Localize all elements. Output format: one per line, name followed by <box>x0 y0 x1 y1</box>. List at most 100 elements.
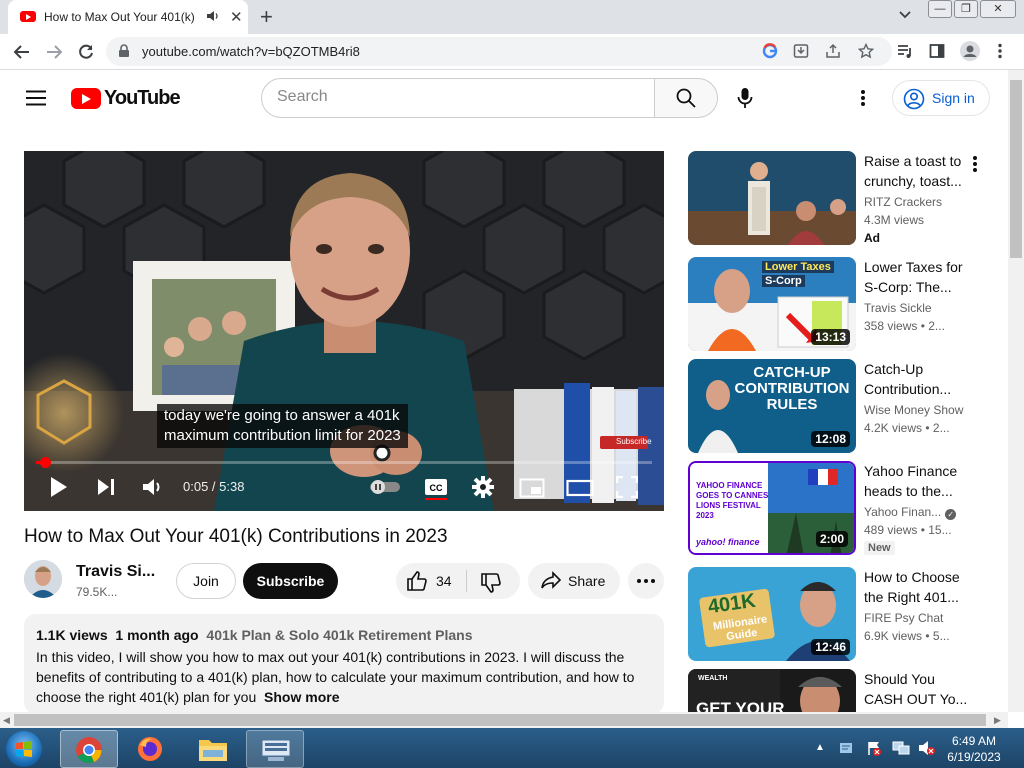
recommendation-menu-icon[interactable] <box>972 155 978 173</box>
recommendation-views: 489 views • 15... <box>864 523 952 537</box>
search-icon <box>676 88 696 108</box>
show-hidden-icons-icon[interactable]: ▲ <box>815 742 825 753</box>
recommendation-channel[interactable]: Travis Sickle <box>864 301 932 315</box>
channel-name[interactable]: Travis Si... <box>76 563 155 581</box>
taskbar-keyboard-app[interactable] <box>246 730 304 768</box>
taskbar-chrome[interactable] <box>60 730 118 768</box>
recommendation-item[interactable]: WEALTH GET YOUR Should You CASH OUT Yo..… <box>688 669 1008 712</box>
miniplayer-icon[interactable] <box>519 478 545 498</box>
tab-search-chevron-icon[interactable] <box>898 10 912 20</box>
recommendation-channel[interactable]: Wise Money Show <box>864 403 963 417</box>
search-input[interactable] <box>277 88 637 106</box>
taskbar-clock[interactable]: 6:49 AM 6/19/2023 <box>946 733 1002 765</box>
recommendation-thumbnail[interactable]: CATCH-UP CONTRIBUTION RULES 12:08 <box>688 359 856 453</box>
voice-search-mic-icon[interactable] <box>735 87 755 109</box>
closed-captions-icon[interactable]: CC <box>424 478 448 500</box>
url-text[interactable]: youtube.com/watch?v=bQZOTMB4ri8 <box>142 44 360 59</box>
next-video-icon[interactable] <box>96 476 116 498</box>
recommendation-title[interactable]: How to Choose the Right 401... <box>864 567 968 607</box>
recommendation-title[interactable]: Yahoo Finance heads to the... <box>864 461 968 501</box>
theater-mode-icon[interactable] <box>566 478 594 498</box>
recommendation-channel[interactable]: Yahoo Finan... ✓ <box>864 505 957 520</box>
recommendation-item[interactable]: Raise a toast to crunchy, toast... RITZ … <box>688 151 1008 247</box>
dislike-icon[interactable] <box>480 572 502 594</box>
browser-menu-icon[interactable] <box>997 43 1003 59</box>
network-icon[interactable] <box>892 740 910 756</box>
svg-text:CC: CC <box>430 483 443 493</box>
description-tags[interactable]: 401k Plan & Solo 401k Retirement Plans <box>206 627 472 643</box>
youtube-logo-icon[interactable] <box>71 88 101 109</box>
scroll-left-arrow-icon[interactable]: ◀ <box>3 715 10 726</box>
sign-in-label[interactable]: Sign in <box>932 90 975 106</box>
bookmark-star-icon[interactable] <box>858 43 874 59</box>
recommendation-thumbnail[interactable]: YAHOO FINANCE GOES TO CANNES LIONS FESTI… <box>688 461 856 555</box>
subscribe-button[interactable]: Subscribe <box>243 563 338 599</box>
caption-line: today we're going to answer a 401k <box>164 407 400 424</box>
back-icon[interactable] <box>12 43 32 61</box>
progress-bar[interactable] <box>36 461 652 464</box>
like-count[interactable]: 34 <box>436 573 452 589</box>
close-window-button[interactable]: ✕ <box>980 0 1016 18</box>
like-icon[interactable] <box>406 570 428 592</box>
volume-muted-icon[interactable] <box>918 740 936 756</box>
channel-avatar[interactable] <box>24 560 62 598</box>
account-icon <box>903 88 925 110</box>
recommendation-thumbnail[interactable]: WEALTH GET YOUR <box>688 669 856 712</box>
start-button[interactable] <box>6 731 42 767</box>
new-tab-icon[interactable]: + <box>260 4 273 30</box>
profile-icon[interactable] <box>960 41 980 61</box>
settings-gear-icon[interactable] <box>472 476 494 498</box>
join-button[interactable]: Join <box>176 563 236 599</box>
recommendation-item[interactable]: CATCH-UP CONTRIBUTION RULES 12:08 Catch-… <box>688 359 1008 455</box>
recommendation-channel[interactable]: RITZ Crackers <box>864 195 942 209</box>
share-page-icon[interactable] <box>825 43 841 59</box>
recommendation-item[interactable]: Lower Taxes S-Corp 13:13 Lower Taxes for… <box>688 257 1008 353</box>
scroll-right-arrow-icon[interactable]: ▶ <box>994 715 1001 726</box>
horizontal-scrollbar-thumb[interactable] <box>14 714 986 726</box>
recommendation-thumbnail[interactable] <box>688 151 856 245</box>
vertical-scrollbar-thumb[interactable] <box>1010 80 1022 258</box>
recommendation-channel[interactable]: FIRE Psy Chat <box>864 611 943 625</box>
volume-icon[interactable] <box>142 476 166 498</box>
recommendation-title[interactable]: Raise a toast to crunchy, toast... <box>864 151 968 191</box>
video-player[interactable] <box>24 151 664 511</box>
media-queue-icon[interactable] <box>897 43 913 59</box>
more-actions-button[interactable] <box>628 563 664 599</box>
show-more-link[interactable]: Show more <box>264 689 339 705</box>
recommendation-title[interactable]: Lower Taxes for S-Corp: The... <box>864 257 968 297</box>
thumbnail-text: GET YOUR <box>696 699 785 712</box>
recommendation-item[interactable]: 401K Millionaire Guide 12:46 How to Choo… <box>688 567 1008 663</box>
recommendation-channel-name[interactable]: Yahoo Finan... <box>864 505 941 519</box>
action-center-icon[interactable] <box>838 740 854 756</box>
recommendation-thumbnail[interactable]: 401K Millionaire Guide 12:46 <box>688 567 856 661</box>
settings-more-icon[interactable] <box>860 89 866 107</box>
overlay-subscribe-badge[interactable]: Subscribe <box>600 436 652 449</box>
hamburger-menu-icon[interactable] <box>26 90 46 106</box>
taskbar-file-explorer[interactable] <box>184 730 242 768</box>
autoplay-toggle[interactable] <box>368 479 402 495</box>
recommendation-title[interactable]: Should You CASH OUT Yo... <box>864 669 968 709</box>
close-tab-icon[interactable]: ✕ <box>230 8 243 26</box>
share-label[interactable]: Share <box>568 573 605 589</box>
google-icon[interactable] <box>762 43 778 59</box>
recommendation-item[interactable]: YAHOO FINANCE GOES TO CANNES LIONS FESTI… <box>688 461 1008 557</box>
lock-icon[interactable] <box>118 44 130 58</box>
browser-tab[interactable]: How to Max Out Your 401(k) ✕ <box>8 0 248 34</box>
restore-window-button[interactable]: ❐ <box>954 0 978 18</box>
play-icon[interactable] <box>50 476 68 498</box>
like-divider <box>466 570 467 592</box>
search-button[interactable] <box>654 78 718 118</box>
recommendation-thumbnail[interactable]: Lower Taxes S-Corp 13:13 <box>688 257 856 351</box>
speaker-icon[interactable] <box>206 9 220 23</box>
time-display: 0:05 / 5:38 <box>183 479 245 494</box>
tray-flag-icon[interactable] <box>866 740 882 756</box>
minimize-window-button[interactable]: — <box>928 0 952 18</box>
reload-icon[interactable] <box>77 43 95 61</box>
taskbar-firefox[interactable] <box>122 730 180 768</box>
youtube-logo-text[interactable]: YouTube <box>104 87 181 110</box>
install-icon[interactable] <box>793 43 809 59</box>
forward-icon[interactable] <box>44 43 64 61</box>
side-panel-icon[interactable] <box>929 43 945 59</box>
recommendation-title[interactable]: Catch-Up Contribution... <box>864 359 968 399</box>
fullscreen-icon[interactable] <box>616 476 638 498</box>
